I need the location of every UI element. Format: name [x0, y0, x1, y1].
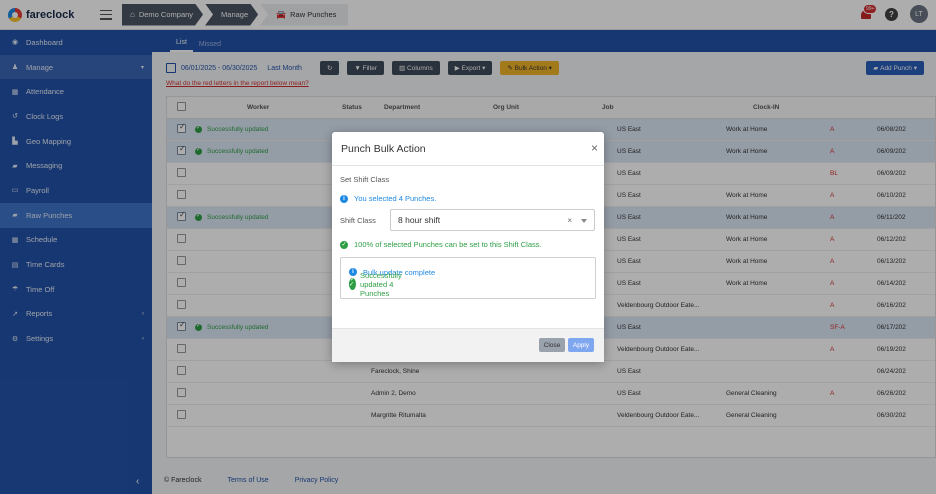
shift-class-label: Shift Class [340, 215, 376, 225]
check-circle-icon: ✓ [349, 280, 355, 288]
dialog-footer: Close Apply [332, 328, 604, 362]
dialog-header: Punch Bulk Action × [332, 132, 604, 166]
apply-button[interactable]: Apply [568, 338, 594, 352]
shift-class-select[interactable]: 8 hour shift × [390, 209, 595, 231]
shift-class-field: Shift Class 8 hour shift × [340, 209, 596, 231]
selected-info: i You selected 4 Punches. [340, 194, 596, 203]
result-updated: ✓ Successfully updated 4 Punches [349, 271, 402, 298]
clear-icon[interactable]: × [567, 216, 572, 225]
section-label: Set Shift Class [340, 175, 390, 184]
punch-bulk-action-dialog: Punch Bulk Action × Set Shift Class i Yo… [332, 132, 604, 362]
check-circle-icon: ✓ [340, 240, 348, 249]
chevron-down-icon[interactable] [581, 219, 587, 223]
result-panel: i Bulk update complete ✓ Successfully up… [340, 257, 596, 299]
info-icon: i [349, 268, 357, 276]
dialog-title: Punch Bulk Action [341, 142, 426, 155]
shift-class-value: 8 hour shift [398, 215, 441, 225]
eligibility-message: ✓ 100% of selected Punches can be set to… [340, 240, 542, 249]
close-button[interactable]: Close [539, 338, 565, 352]
info-icon: i [340, 194, 348, 203]
close-icon[interactable]: × [591, 141, 598, 155]
